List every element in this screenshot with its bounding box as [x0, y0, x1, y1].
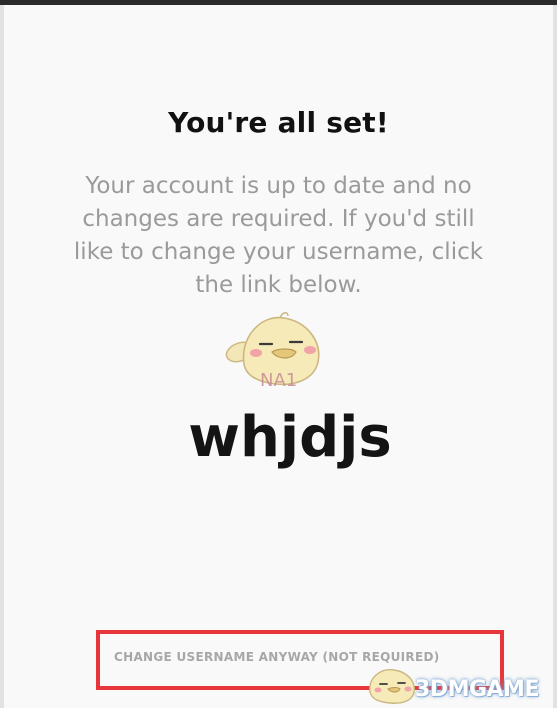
- watermark-mascot-icon: [369, 669, 415, 704]
- watermark-text: 3DMGAME: [415, 677, 539, 702]
- region-tag: NA1: [260, 370, 298, 391]
- status-message: Your account is up to date and no change…: [73, 173, 484, 298]
- page-title: You're all set!: [168, 106, 389, 139]
- username-display: whjdjs: [188, 405, 392, 470]
